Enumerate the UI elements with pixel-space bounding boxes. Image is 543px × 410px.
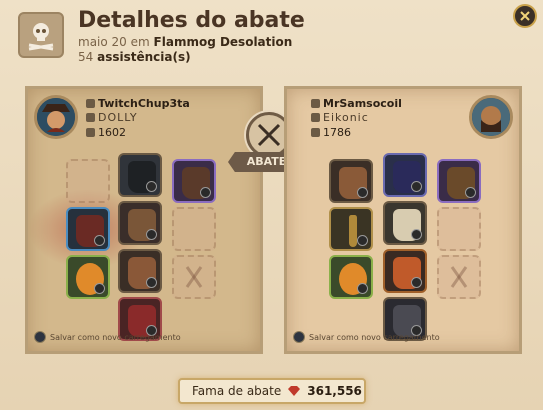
item-power-icon [311,128,320,137]
qty-icon [411,277,422,288]
victim-guild-row: Eikonic [311,111,369,124]
killer-avatar[interactable] [34,95,78,139]
item-power-icon [86,128,95,137]
qty-icon [94,235,105,246]
killer-ip-row: 1602 [86,126,126,139]
killer-guild-row: DOLLY [86,111,138,124]
shoes-slot[interactable] [383,249,427,293]
qty-icon [357,187,368,198]
victim-name: MrSamsocoil [323,97,402,110]
bag-slot[interactable] [329,159,373,203]
armor-slot[interactable] [383,201,427,245]
header: Detalhes do abate maio 20 em Flammog Des… [14,8,514,68]
armor-slot[interactable] [118,201,162,245]
qty-icon [200,187,211,198]
potion-slot[interactable] [66,255,110,299]
fame-label: Fama de abate [192,384,282,398]
victim-ip-row: 1786 [311,126,351,139]
bag-slot [66,159,110,203]
killer-card: TwitchChup3ta DOLLY 1602 Salvar como nov… [25,86,263,354]
save-loadout-label: Salvar como novo carregamento [50,333,181,342]
victim-avatar[interactable] [469,95,513,139]
fork-knife-icon [185,266,203,288]
save-loadout-label: Salvar como novo carregamento [309,333,440,342]
main-hand-slot[interactable] [329,207,373,251]
fork-knife-icon [450,266,468,288]
qty-icon [357,235,368,246]
killer-name-row: TwitchChup3ta [86,97,190,110]
head-slot[interactable] [383,153,427,197]
victim-ip: 1786 [323,126,351,139]
cape-slot[interactable] [172,159,216,203]
killer-ip: 1602 [98,126,126,139]
shoes-slot[interactable] [118,249,162,293]
qty-icon [146,229,157,240]
kill-location: maio 20 em Flammog Desolation [78,35,292,49]
qty-icon [357,283,368,294]
save-icon [293,331,305,343]
skull-crossbones-icon [18,12,64,58]
killer-name: TwitchChup3ta [98,97,190,110]
victim-card: MrSamsocoil Eikonic 1786 Salvar como nov… [284,86,522,354]
player-icon [311,99,320,108]
off-hand-slot [172,207,216,251]
killer-guild: DOLLY [98,111,138,124]
head-slot[interactable] [118,153,162,197]
fame-value: 361,556 [307,384,362,398]
save-loadout-link[interactable]: Salvar como novo carregamento [34,331,181,343]
guild-icon [86,113,95,122]
guild-icon [311,113,320,122]
food-slot [437,255,481,299]
location-name: Flammog Desolation [153,35,293,49]
cape-slot[interactable] [437,159,481,203]
save-icon [34,331,46,343]
kill-fame-bar: Fama de abate 361,556 [178,378,366,404]
save-loadout-link[interactable]: Salvar como novo carregamento [293,331,440,343]
qty-icon [94,283,105,294]
kill-date: maio 20 em [78,35,150,49]
close-icon [520,11,530,21]
close-button[interactable] [513,4,537,28]
assists-count: 54 [78,50,94,64]
qty-icon [411,181,422,192]
assists-label: assistência(s) [97,50,191,64]
qty-icon [146,277,157,288]
qty-icon [465,187,476,198]
food-slot [172,255,216,299]
page-title: Detalhes do abate [78,8,305,33]
victim-name-row: MrSamsocoil [311,97,402,110]
player-icon [86,99,95,108]
qty-icon [411,229,422,240]
assists-line: 54 assistência(s) [78,50,191,64]
potion-slot[interactable] [329,255,373,299]
off-hand-slot [437,207,481,251]
qty-icon [146,181,157,192]
main-hand-slot[interactable] [66,207,110,251]
victim-guild: Eikonic [323,111,369,124]
fame-icon [288,386,301,396]
